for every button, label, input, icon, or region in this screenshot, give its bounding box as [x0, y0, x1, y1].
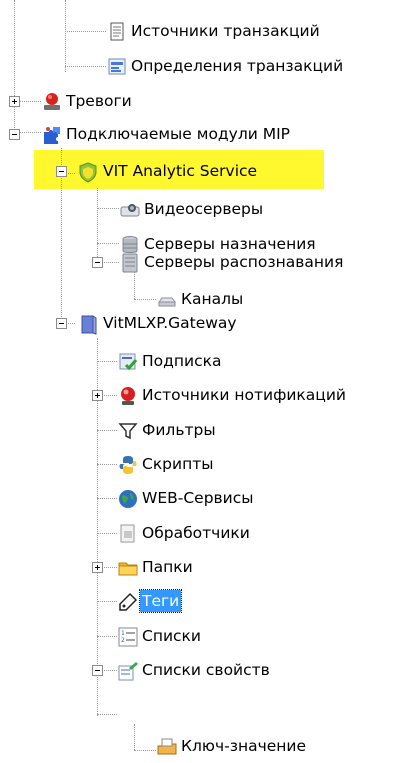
tree-item-scripts[interactable]: Скрипты — [0, 447, 414, 481]
property-list-icon — [117, 660, 139, 682]
tree-item-transaction-definitions[interactable]: Определения транзакций — [0, 49, 414, 83]
tree-item-label: WEB-Сервисы — [142, 489, 254, 507]
tree-item-label: Тревоги — [66, 92, 132, 110]
puzzle-plugin-icon — [41, 124, 63, 146]
tree-item-label: Теги — [138, 589, 183, 613]
collapse-toggle[interactable] — [9, 129, 20, 140]
python-script-icon — [117, 454, 139, 476]
key-value-icon — [156, 736, 178, 758]
tree-item-label: Видеосерверы — [144, 200, 264, 218]
tree-item-filters[interactable]: Фильтры — [0, 413, 414, 447]
svg-text:1: 1 — [121, 630, 125, 637]
tree-item-tags[interactable]: Теги — [0, 584, 414, 618]
tree-item-lists[interactable]: 12 Списки — [0, 619, 414, 653]
subscription-check-icon — [117, 351, 139, 373]
tree-item-alarms[interactable]: Тревоги — [0, 84, 414, 118]
tree-item-label: Списки свойств — [142, 661, 270, 679]
filter-funnel-icon — [117, 420, 139, 442]
tree-item-label: Источники транзакций — [131, 22, 320, 40]
tree-item-mip-plugins[interactable]: Подключаемые модули MIP — [0, 117, 414, 151]
tree-view: Источники транзакций Определения транзак… — [0, 0, 414, 762]
expand-toggle[interactable] — [92, 562, 103, 573]
tree-item-web-services[interactable]: WEB-Сервисы — [0, 481, 414, 515]
tree-item-label: Источники нотификаций — [142, 386, 346, 404]
tree-item-label: Папки — [142, 558, 193, 576]
folder-icon — [117, 557, 139, 579]
collapse-toggle[interactable] — [56, 318, 67, 329]
tree-item-label: Скрипты — [142, 455, 214, 473]
expand-toggle[interactable] — [9, 96, 20, 107]
notification-source-icon — [117, 385, 139, 407]
svg-text:2: 2 — [121, 637, 125, 644]
recognition-server-icon — [119, 252, 141, 274]
tree-item-key-value[interactable]: Ключ-значение — [0, 729, 414, 763]
tree-item-label: Определения транзакций — [131, 57, 344, 75]
tree-item-label: Серверы распознавания — [144, 253, 344, 271]
tree-item-label: Подключаемые модули MIP — [66, 125, 291, 143]
tree-item-label: Обработчики — [142, 524, 250, 542]
alarm-siren-icon — [41, 91, 63, 113]
document-icon — [106, 21, 128, 43]
tree-item-vit-analytic-service[interactable]: VIT Analytic Service — [0, 154, 414, 188]
globe-icon — [117, 488, 139, 510]
tree-item-video-servers[interactable]: Видеосерверы — [0, 192, 414, 226]
tree-item-folders[interactable]: Папки — [0, 550, 414, 584]
collapse-toggle[interactable] — [56, 166, 67, 177]
tree-item-label: Ключ-значение — [181, 737, 307, 755]
video-server-icon — [119, 199, 141, 221]
tree-item-property-lists[interactable]: Списки свойств — [0, 653, 414, 687]
gateway-book-icon — [77, 313, 99, 335]
numbered-list-icon: 12 — [117, 626, 139, 648]
tag-icon — [117, 591, 139, 613]
tree-item-label: VitMLXP.Gateway — [103, 314, 237, 332]
tree-item-label: Подписка — [142, 352, 222, 370]
handler-document-icon — [117, 523, 139, 545]
collapse-toggle[interactable] — [92, 257, 103, 268]
collapse-toggle[interactable] — [92, 665, 103, 676]
tree-item-notification-sources[interactable]: Источники нотификаций — [0, 378, 414, 412]
expand-toggle[interactable] — [92, 390, 103, 401]
tree-item-label: VIT Analytic Service — [103, 162, 258, 180]
tree-item-vitmlxp-gateway[interactable]: VitMLXP.Gateway — [0, 306, 414, 340]
tree-item-label: Списки — [142, 627, 201, 645]
transaction-definition-icon — [106, 56, 128, 78]
tree-item-subscription[interactable]: Подписка — [0, 344, 414, 378]
tree-item-transaction-sources[interactable]: Источники транзакций — [0, 14, 414, 48]
tree-item-handlers[interactable]: Обработчики — [0, 516, 414, 550]
tree-item-recognition-servers[interactable]: Серверы распознавания — [0, 245, 414, 279]
shield-icon — [77, 161, 99, 183]
tree-item-label: Фильтры — [142, 421, 216, 439]
